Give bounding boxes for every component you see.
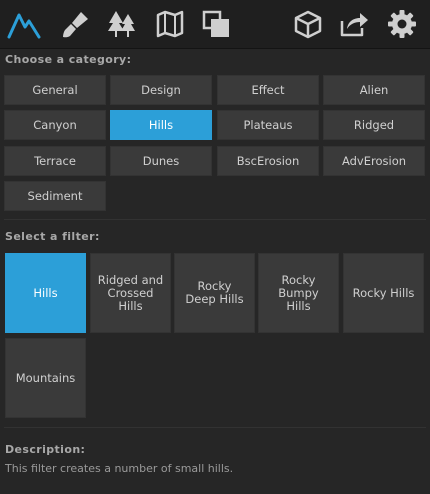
category-plateaus[interactable]: Plateaus: [217, 110, 319, 140]
cube-icon: [294, 10, 322, 39]
settings-icon: [388, 10, 416, 38]
toolbar: [0, 0, 430, 49]
category-bscerosion[interactable]: BscErosion: [217, 146, 319, 176]
category-dunes[interactable]: Dunes: [110, 146, 212, 176]
layers-tab-button[interactable]: [198, 6, 234, 42]
trees-tab-button[interactable]: [104, 6, 140, 42]
divider: [4, 219, 426, 220]
cube-button[interactable]: [290, 6, 326, 42]
trees-icon: [108, 11, 135, 37]
category-ridged[interactable]: Ridged: [323, 110, 425, 140]
filter-section-title: Select a filter:: [5, 230, 100, 243]
export-icon: [340, 13, 368, 37]
filter-hills[interactable]: Hills: [5, 253, 86, 333]
category-hills[interactable]: Hills: [110, 110, 212, 140]
category-section-title: Choose a category:: [5, 53, 132, 66]
settings-button[interactable]: [384, 6, 420, 42]
description-text: This filter creates a number of small hi…: [5, 462, 234, 475]
description-title: Description:: [5, 443, 86, 456]
map-icon: [156, 10, 184, 38]
filter-ridged-and-crossed-hills[interactable]: Ridged and Crossed Hills: [90, 253, 171, 333]
terrain-icon: [7, 13, 41, 39]
filter-rocky-deep-hills[interactable]: Rocky Deep Hills: [174, 253, 255, 333]
filter-rocky-hills[interactable]: Rocky Hills: [343, 253, 424, 333]
category-general[interactable]: General: [4, 75, 106, 105]
filter-mountains[interactable]: Mountains: [5, 338, 86, 418]
brush-tab-button[interactable]: [58, 6, 94, 42]
category-canyon[interactable]: Canyon: [4, 110, 106, 140]
map-tab-button[interactable]: [152, 6, 188, 42]
category-effect[interactable]: Effect: [217, 75, 319, 105]
brush-icon: [63, 12, 88, 38]
filter-rocky-bumpy-hills[interactable]: Rocky Bumpy Hills: [258, 253, 339, 333]
divider: [4, 427, 426, 428]
category-design[interactable]: Design: [110, 75, 212, 105]
category-sediment[interactable]: Sediment: [4, 181, 106, 211]
export-button[interactable]: [336, 6, 372, 42]
category-adverosion[interactable]: AdvErosion: [323, 146, 425, 176]
layers-icon: [202, 10, 229, 37]
category-alien[interactable]: Alien: [323, 75, 425, 105]
terrain-tab-button[interactable]: [6, 6, 42, 42]
category-terrace[interactable]: Terrace: [4, 146, 106, 176]
